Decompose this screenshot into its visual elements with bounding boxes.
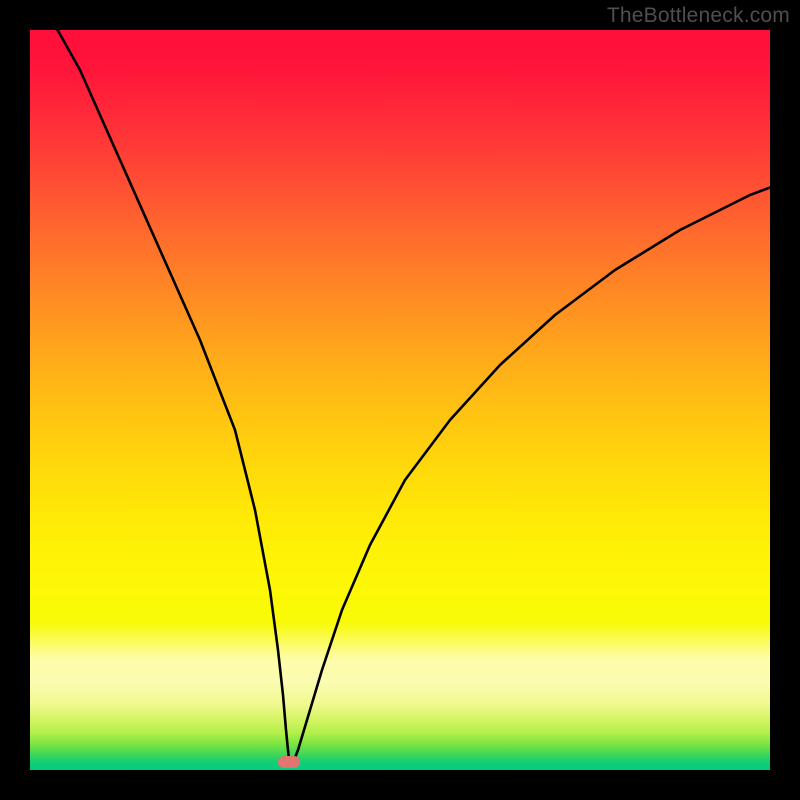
bottleneck-curve: [30, 30, 770, 770]
outer-frame: TheBottleneck.com: [0, 0, 800, 800]
curve-path: [52, 30, 770, 765]
plot-area: [30, 30, 770, 770]
optimal-marker: [278, 756, 300, 768]
watermark-text: TheBottleneck.com: [607, 4, 790, 28]
